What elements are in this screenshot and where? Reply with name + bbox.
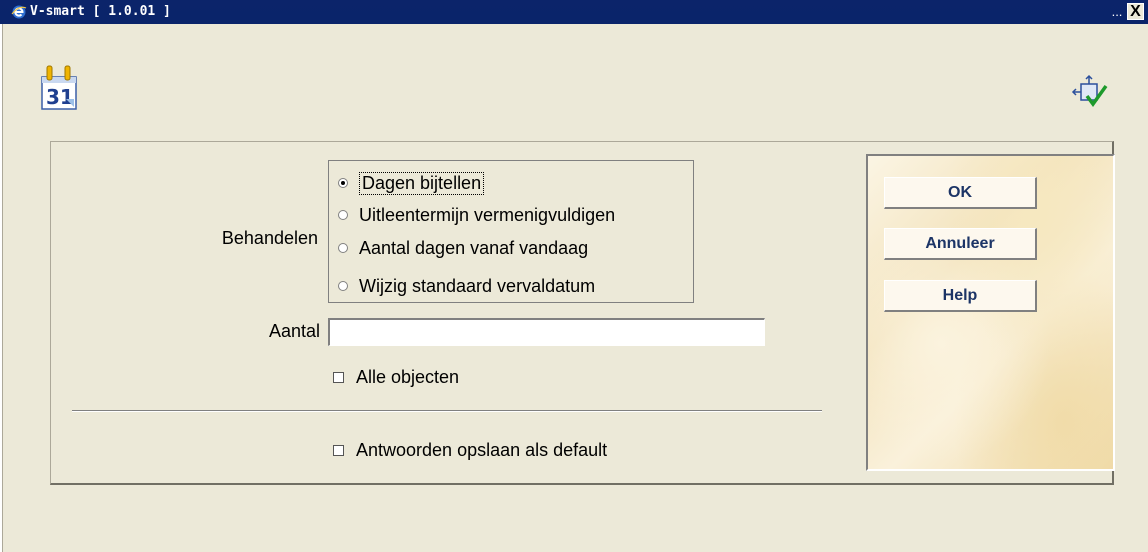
accept-tool-icon[interactable] <box>1071 74 1109 112</box>
radio-option-dagen-bijtellen[interactable]: Dagen bijtellen <box>338 171 485 195</box>
radio-label: Wijzig standaard vervaldatum <box>359 275 596 296</box>
save-default-checkbox-row[interactable]: Antwoorden opslaan als default <box>333 438 607 462</box>
radio-button-selected[interactable] <box>338 178 348 188</box>
radio-option-uitleentermijn[interactable]: Uitleentermijn vermenigvuldigen <box>338 203 615 227</box>
alle-objecten-label: Alle objecten <box>356 366 460 387</box>
radio-label: Dagen bijtellen <box>359 171 485 195</box>
ie-e-icon <box>11 5 27 19</box>
behandelen-label: Behandelen <box>221 228 318 248</box>
radio-button[interactable] <box>338 243 348 253</box>
radio-label: Aantal dagen vanaf vandaag <box>359 237 589 258</box>
ok-button[interactable]: OK <box>884 177 1037 209</box>
radio-option-wijzig-vervaldatum[interactable]: Wijzig standaard vervaldatum <box>338 274 595 298</box>
close-button[interactable]: X <box>1127 3 1144 20</box>
alle-objecten-checkbox-row[interactable]: Alle objecten <box>333 365 459 389</box>
separator-line <box>72 410 822 412</box>
alle-objecten-checkbox[interactable] <box>333 371 344 383</box>
save-default-checkbox[interactable] <box>333 444 344 456</box>
aantal-label: Aantal <box>268 321 320 341</box>
save-default-label: Antwoorden opslaan als default <box>356 439 608 460</box>
help-button[interactable]: Help <box>884 280 1037 312</box>
cancel-button[interactable]: Annuleer <box>884 228 1037 260</box>
calendar-31-icon[interactable]: 31 <box>38 63 80 111</box>
radio-button[interactable] <box>338 210 348 220</box>
window-border <box>0 24 3 552</box>
calendar-icon-text: 31 <box>46 85 74 109</box>
radio-label: Uitleentermijn vermenigvuldigen <box>359 204 616 225</box>
aantal-input[interactable] <box>328 318 765 346</box>
minimize-button[interactable]: ... <box>1110 2 1124 22</box>
radio-option-aantal-dagen[interactable]: Aantal dagen vanaf vandaag <box>338 236 588 260</box>
window-title: V-smart [ 1.0.01 ] <box>30 4 171 19</box>
radio-button[interactable] <box>338 281 348 291</box>
title-bar: V-smart [ 1.0.01 ] ... X <box>0 0 1148 24</box>
